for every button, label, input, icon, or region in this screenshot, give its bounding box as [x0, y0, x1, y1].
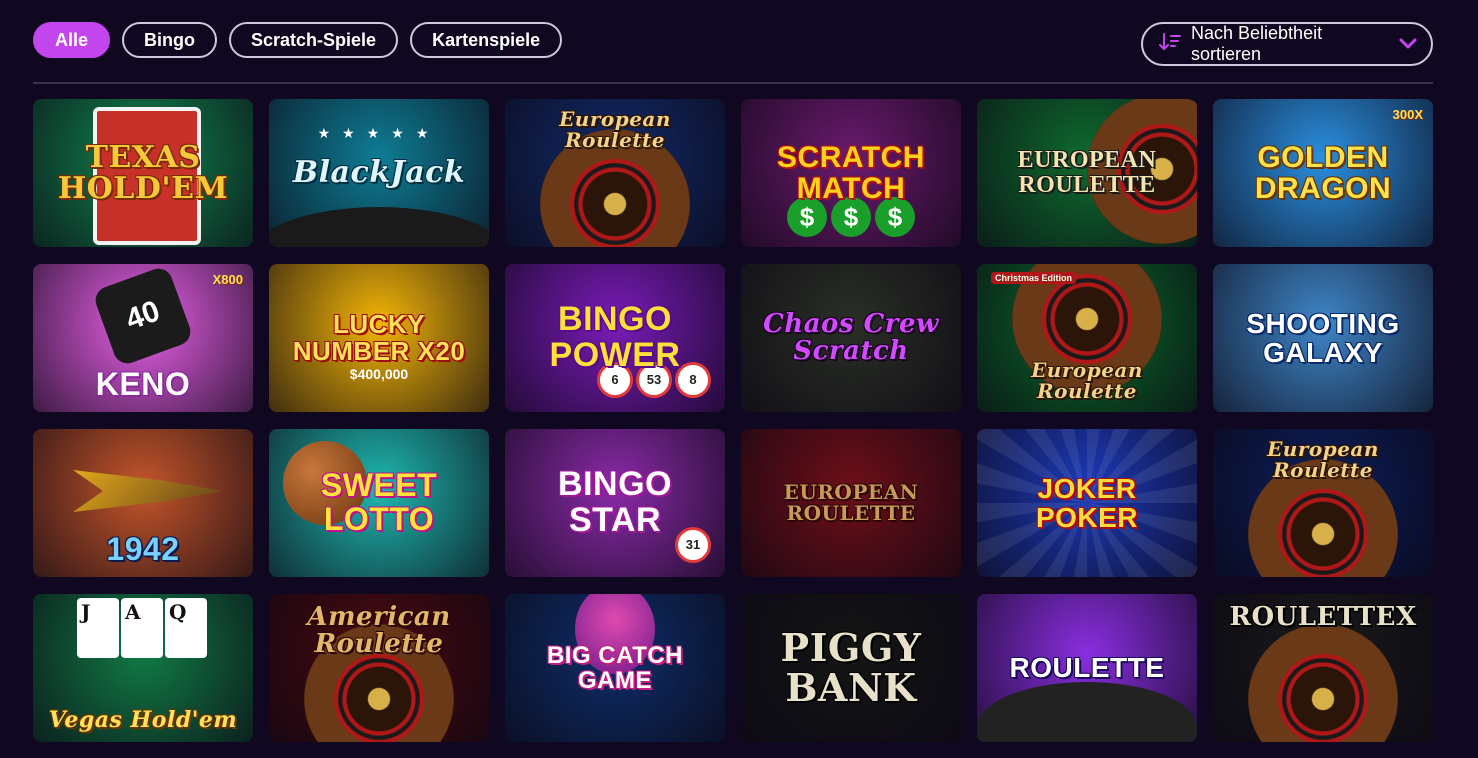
category-filters: Alle Bingo Scratch-Spiele Kartenspiele [33, 22, 563, 58]
game-tile[interactable]: Shooting Galaxy [1213, 264, 1433, 412]
star-icons: ★★★★★ [317, 125, 441, 141]
sort-dropdown[interactable]: Nach Beliebtheit sortieren [1141, 22, 1433, 66]
game-tile[interactable]: Joker Poker [977, 429, 1197, 577]
sort-label: Nach Beliebtheit sortieren [1191, 23, 1323, 64]
game-tile[interactable]: ★★★★★ BlackJack [269, 99, 489, 247]
game-tile[interactable]: Texas Hold'em [33, 99, 253, 247]
game-grid: Texas Hold'em ★★★★★ BlackJack European Roul… [33, 99, 1433, 742]
game-tile[interactable]: $ $ $ Scratch Match [741, 99, 961, 247]
game-title: Texas Hold'em [57, 139, 229, 206]
game-title: Sweet Lotto [320, 467, 438, 537]
game-title: Piggy Bank [780, 625, 922, 710]
game-title: European Roulette [1017, 146, 1157, 198]
roulette-wheel [1248, 624, 1398, 742]
playing-cards: JAQ [77, 598, 209, 658]
game-title: Vegas Hold'em [48, 706, 238, 733]
game-title: Bingo Power [549, 300, 681, 374]
divider [33, 82, 1433, 84]
game-title: Lucky Number X20 [292, 308, 466, 366]
sort-icon [1159, 32, 1181, 57]
casino-chips [977, 682, 1197, 742]
game-tile[interactable]: 31 Bingo Star [505, 429, 725, 577]
game-tile[interactable]: Piggy Bank [741, 594, 961, 742]
game-title: Chaos Crew Scratch [763, 308, 939, 366]
game-badge: Christmas Edition [991, 272, 1077, 284]
game-title: 1942 [106, 531, 180, 568]
game-title: Keno [95, 366, 191, 403]
game-tile[interactable]: Chaos Crew Scratch [741, 264, 961, 412]
game-subtitle: $400,000 [349, 366, 409, 382]
game-badge: 300X [1392, 107, 1423, 122]
game-tile[interactable]: 6 53 8 Bingo Power [505, 264, 725, 412]
game-title: American Roulette [307, 602, 451, 660]
game-title: Roulette [1009, 652, 1165, 684]
game-tile[interactable]: Sweet Lotto [269, 429, 489, 577]
game-tile[interactable]: Lucky Number X20 $400,000 [269, 264, 489, 412]
game-title: Big Catch Game [546, 641, 684, 694]
game-title: Scratch Match [777, 140, 925, 205]
game-title: European Roulette [559, 107, 671, 152]
game-title: RouletteX [1229, 602, 1417, 632]
filter-chip-scratch-spiele[interactable]: Scratch-Spiele [229, 22, 399, 58]
top-bar: Alle Bingo Scratch-Spiele Kartenspiele N… [33, 22, 1433, 66]
jet-plane [73, 470, 223, 512]
game-title: Shooting Galaxy [1246, 307, 1400, 368]
game-title: European Roulette [1031, 358, 1143, 403]
game-tile[interactable]: American Roulette [269, 594, 489, 742]
game-title: European Roulette [1267, 437, 1379, 482]
filter-chip-bingo[interactable]: Bingo [122, 22, 218, 58]
game-title: BlackJack [292, 155, 466, 191]
game-title: Joker Poker [1035, 472, 1139, 533]
game-title: European Roulette [783, 480, 919, 525]
game-tile[interactable]: RouletteX [1213, 594, 1433, 742]
game-tile[interactable]: J A Q Vegas Hold'em [33, 594, 253, 742]
filter-chip-kartenspiele[interactable]: Kartenspiele [410, 22, 563, 58]
game-tile[interactable]: European Roulette [505, 99, 725, 247]
table-edge [269, 207, 489, 247]
chevron-down-icon [1399, 34, 1417, 55]
game-title: Bingo Star [558, 465, 672, 539]
game-tile[interactable]: European Roulette [977, 99, 1197, 247]
game-tile[interactable]: European Roulette [741, 429, 961, 577]
game-tile[interactable]: Golden Dragon 300X [1213, 99, 1433, 247]
filter-chip-alle[interactable]: Alle [33, 22, 111, 58]
game-badge: X800 [212, 272, 243, 287]
game-title: Golden Dragon [1254, 140, 1392, 205]
game-tile[interactable]: European Roulette [1213, 429, 1433, 577]
game-tile[interactable]: Roulette [977, 594, 1197, 742]
game-tile[interactable]: 40 Keno X800 [33, 264, 253, 412]
game-tile[interactable]: 1942 [33, 429, 253, 577]
keno-dice: 40 [91, 264, 195, 368]
game-tile[interactable]: European Roulette Christmas Edition [977, 264, 1197, 412]
game-tile[interactable]: Big Catch Game [505, 594, 725, 742]
